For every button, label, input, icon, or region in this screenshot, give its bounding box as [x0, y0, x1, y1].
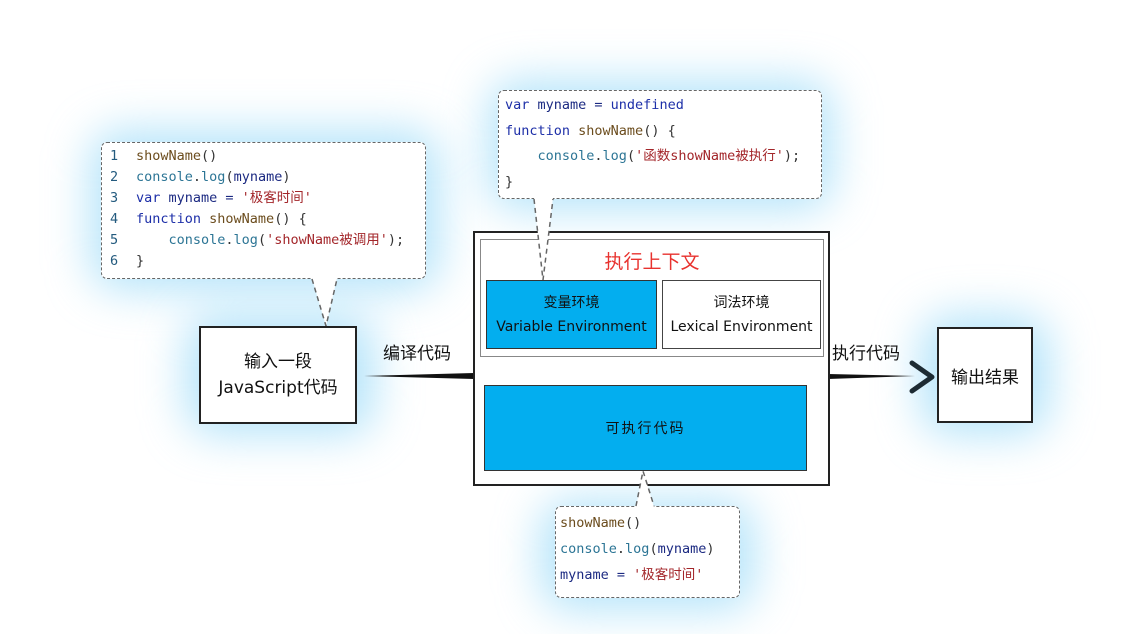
executable-callout-pointer [635, 470, 655, 507]
